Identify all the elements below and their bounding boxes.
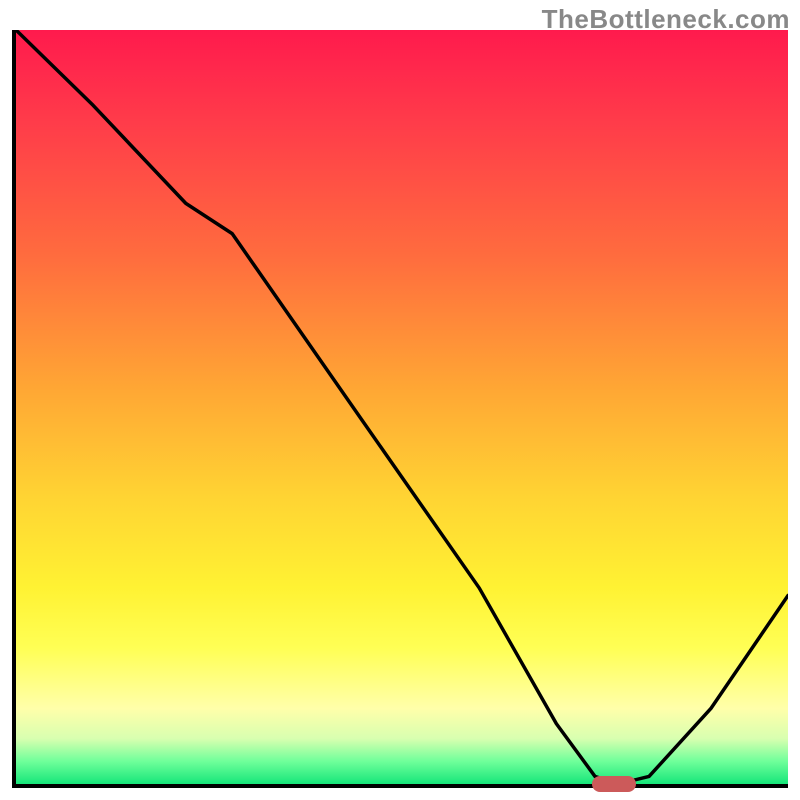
bottleneck-curve [16, 30, 788, 784]
plot-area [12, 30, 788, 788]
optimal-marker [592, 776, 636, 792]
chart-canvas: TheBottleneck.com [0, 0, 800, 800]
